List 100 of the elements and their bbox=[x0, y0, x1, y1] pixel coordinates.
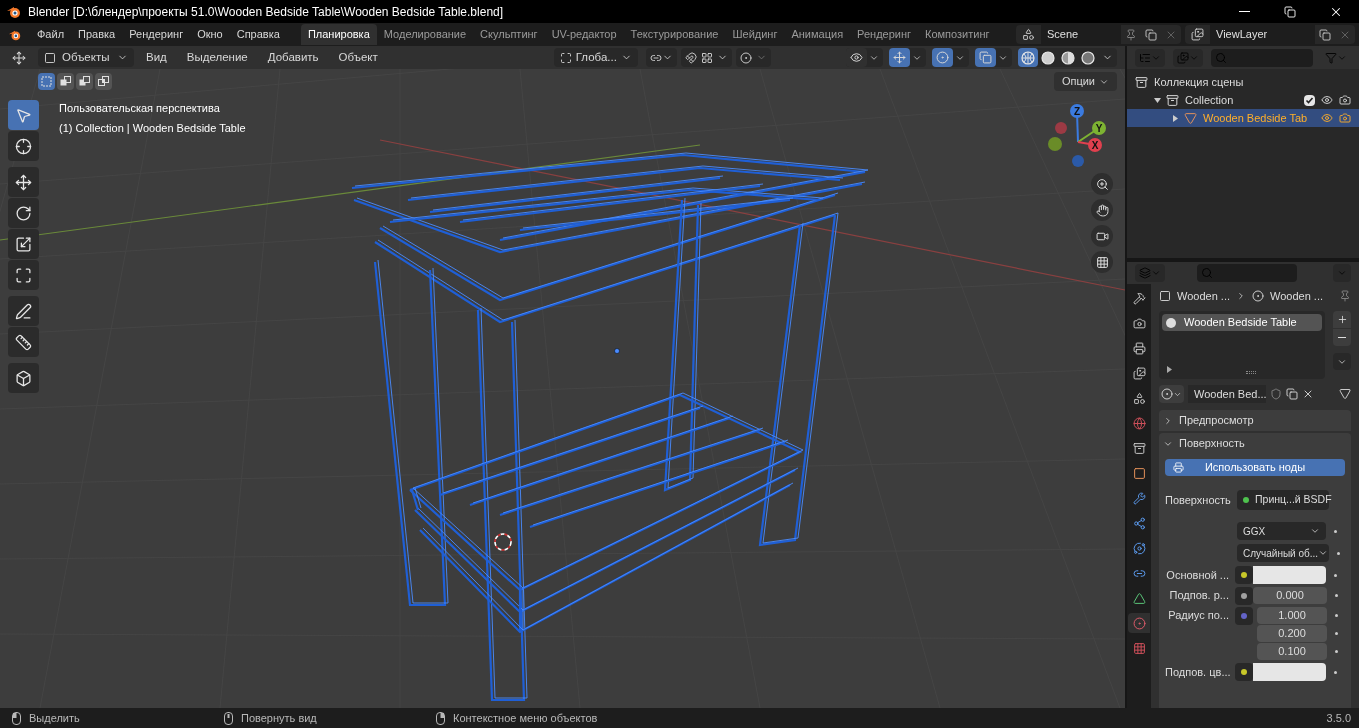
options-button[interactable]: Опции bbox=[1053, 72, 1117, 91]
snap-grid-icon bbox=[700, 51, 713, 64]
viewport-toggle[interactable] bbox=[889, 48, 926, 67]
mode-dropdown[interactable]: Объекты bbox=[38, 48, 134, 67]
camera-icon[interactable] bbox=[1339, 112, 1351, 124]
material-name-field[interactable]: Wooden Bed... bbox=[1188, 385, 1266, 403]
navigation-button[interactable] bbox=[1091, 251, 1113, 273]
selection-mode-button[interactable] bbox=[95, 73, 112, 90]
selection-mode-button[interactable] bbox=[57, 73, 74, 90]
pin-icon bbox=[1339, 290, 1351, 302]
workspace-tab[interactable]: Анимация bbox=[784, 24, 851, 45]
pen-icon bbox=[15, 302, 32, 320]
color-swatch[interactable] bbox=[1253, 663, 1326, 681]
expand-triangle-icon[interactable] bbox=[1166, 366, 1173, 373]
property-dropdown[interactable]: GGX bbox=[1237, 522, 1326, 540]
camera-icon[interactable] bbox=[1339, 94, 1351, 106]
material-browse-dropdown[interactable] bbox=[1159, 385, 1184, 403]
navigation-button[interactable] bbox=[1091, 225, 1113, 247]
add-slot-button[interactable] bbox=[1333, 311, 1351, 328]
expand-triangle-icon[interactable] bbox=[1153, 95, 1162, 105]
square-icon bbox=[1132, 466, 1146, 480]
property-dropdown[interactable]: Случайный об... bbox=[1237, 544, 1329, 562]
material-slot[interactable]: Wooden Bedside Table bbox=[1162, 314, 1322, 331]
tree-icon bbox=[1139, 51, 1151, 64]
resize-grip-icon[interactable] bbox=[1246, 371, 1256, 374]
workspace-tab[interactable]: Шейдинг bbox=[725, 24, 785, 45]
outliner-row[interactable]: Wooden Bedside Tab bbox=[1127, 109, 1359, 127]
material-icon bbox=[1161, 388, 1173, 400]
number-field[interactable]: 0.200 bbox=[1257, 625, 1327, 642]
number-field[interactable]: 0.100 bbox=[1257, 643, 1327, 660]
tool-button[interactable] bbox=[8, 131, 39, 161]
origin-dot-icon bbox=[614, 348, 620, 354]
navigation-button[interactable] bbox=[1091, 173, 1113, 195]
color-swatch[interactable] bbox=[1253, 566, 1326, 584]
tool-button[interactable] bbox=[8, 198, 39, 228]
panel-header[interactable]: Поверхность bbox=[1159, 433, 1351, 454]
tool-button[interactable] bbox=[8, 296, 39, 326]
snap-controls[interactable] bbox=[680, 48, 732, 67]
shading-mode-button[interactable] bbox=[1018, 48, 1038, 67]
menu-item[interactable]: Объект bbox=[330, 48, 386, 67]
menu-item[interactable]: Окно bbox=[190, 26, 230, 43]
orientation-dropdown[interactable]: Глоба... bbox=[553, 48, 638, 67]
shading-mode-button[interactable] bbox=[1058, 48, 1078, 67]
copy-icon[interactable] bbox=[1286, 388, 1298, 400]
toggle-state[interactable] bbox=[975, 48, 996, 67]
scene-selector[interactable]: Scene bbox=[1016, 25, 1181, 44]
menu-item[interactable]: Файл bbox=[30, 26, 72, 43]
panel-header[interactable]: Предпросмотр bbox=[1159, 410, 1351, 431]
shading-mode-button[interactable] bbox=[1038, 48, 1058, 67]
use-nodes-button[interactable]: Использовать ноды bbox=[1165, 459, 1345, 476]
pivot-dropdown[interactable] bbox=[645, 48, 677, 67]
workspace-tab[interactable]: Моделирование bbox=[376, 24, 474, 45]
viewport-toggle[interactable] bbox=[975, 48, 1012, 67]
tool-button[interactable] bbox=[8, 167, 39, 197]
selection-mode-button[interactable] bbox=[38, 73, 55, 90]
eye-icon[interactable] bbox=[1321, 94, 1333, 106]
menu-item[interactable]: Рендеринг bbox=[122, 26, 191, 43]
menu-item[interactable]: Выделение bbox=[178, 48, 256, 67]
menu-item[interactable]: Добавить bbox=[259, 48, 327, 67]
shading-mode-button[interactable] bbox=[1078, 48, 1098, 67]
workspace-tab[interactable]: Рендеринг bbox=[850, 24, 919, 45]
eye-icon[interactable] bbox=[1321, 112, 1333, 124]
shield-icon[interactable] bbox=[1270, 388, 1282, 400]
menu-item[interactable]: Правка bbox=[71, 26, 123, 43]
toggle-state[interactable] bbox=[846, 48, 867, 67]
navigation-button[interactable] bbox=[1091, 199, 1113, 221]
workspace-tab[interactable]: Планировка bbox=[300, 24, 377, 45]
workspace-tab[interactable]: UV-редактор bbox=[544, 24, 624, 45]
workspace-tab[interactable]: Текстурирование bbox=[623, 24, 726, 45]
selection-mode-button[interactable] bbox=[76, 73, 93, 90]
menu-item[interactable]: Вид bbox=[138, 48, 175, 67]
menu-item[interactable]: Справка bbox=[229, 26, 287, 43]
outliner-row[interactable]: Collection bbox=[1127, 91, 1359, 109]
viewport-toggle[interactable] bbox=[846, 48, 883, 67]
navigation-gizmo-drawing[interactable]: Z Y X bbox=[1045, 102, 1107, 172]
mesh-triangle-icon bbox=[1184, 111, 1197, 125]
outliner-row[interactable]: Коллекция сцены bbox=[1127, 73, 1359, 91]
number-field[interactable]: 1.000 bbox=[1257, 607, 1327, 624]
viewport-toggle[interactable] bbox=[932, 48, 969, 67]
exclude-checkbox[interactable] bbox=[1304, 94, 1315, 106]
remove-slot-button[interactable] bbox=[1333, 329, 1351, 346]
search-field[interactable] bbox=[1211, 48, 1313, 67]
workspace-tab[interactable]: Скульптинг bbox=[473, 24, 545, 45]
number-field[interactable]: 0.000 bbox=[1253, 587, 1327, 604]
solid-sphere-icon bbox=[1041, 50, 1055, 65]
tool-button[interactable] bbox=[8, 327, 39, 357]
collapse-triangle-icon[interactable] bbox=[1171, 113, 1180, 123]
unlink-icon[interactable] bbox=[1302, 388, 1314, 400]
proportional-controls[interactable] bbox=[735, 48, 771, 67]
outliner-label: Collection bbox=[1185, 92, 1234, 108]
toggle-state[interactable] bbox=[932, 48, 953, 67]
images-icon bbox=[1177, 51, 1189, 64]
tool-button[interactable] bbox=[8, 229, 39, 259]
workspace-tab[interactable]: Композитинг bbox=[918, 24, 997, 45]
view-layer-selector[interactable]: ViewLayer bbox=[1185, 25, 1355, 44]
search-field[interactable] bbox=[1197, 264, 1297, 282]
tool-button[interactable] bbox=[8, 260, 39, 290]
outliner-label: Коллекция сцены bbox=[1154, 74, 1244, 90]
tool-button[interactable] bbox=[8, 363, 39, 393]
toggle-state[interactable] bbox=[889, 48, 910, 67]
